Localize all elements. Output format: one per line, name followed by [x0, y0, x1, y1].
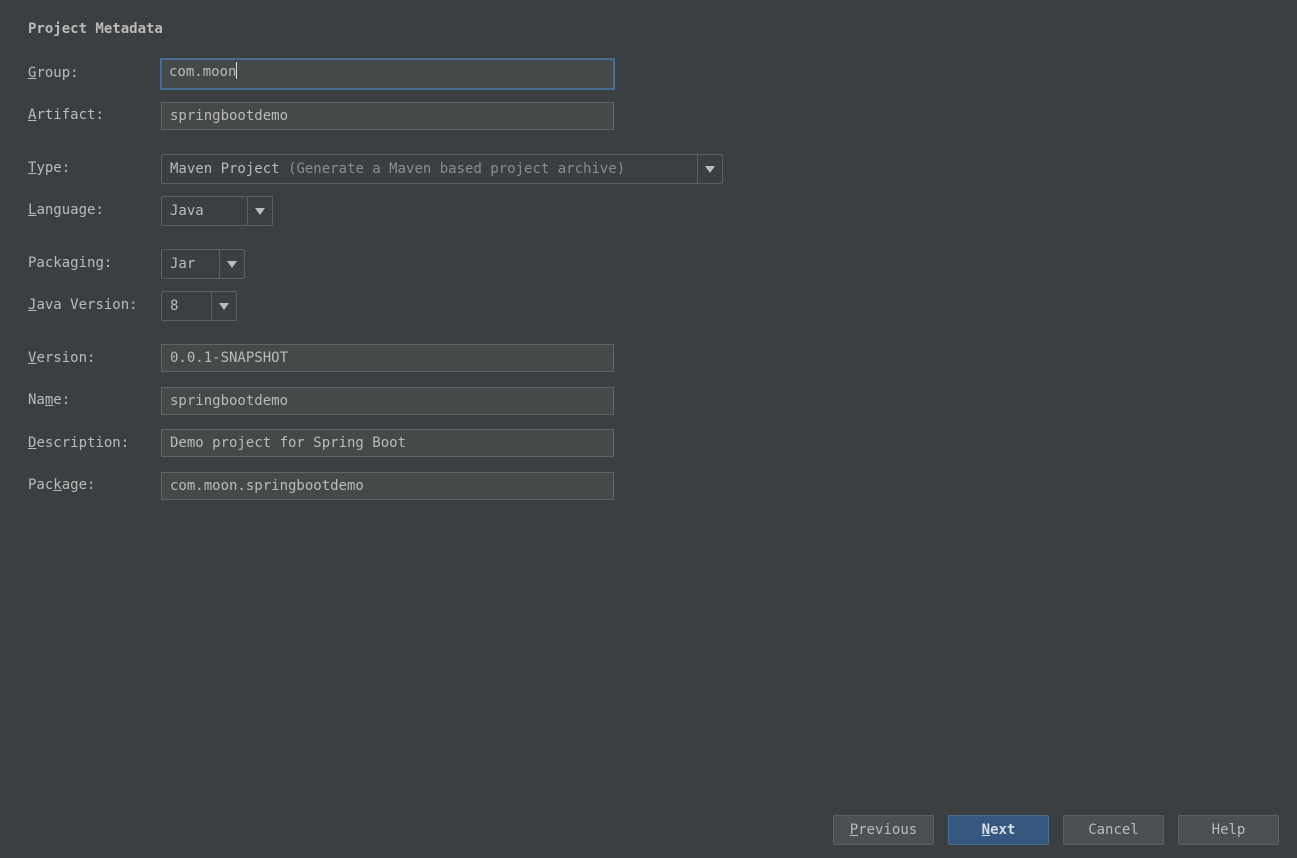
- language-value: Java: [170, 203, 204, 219]
- packaging-label-pre: Packa: [28, 255, 71, 271]
- name-label-pre: Na: [28, 392, 45, 408]
- packaging-dropdown-arrow[interactable]: [219, 250, 244, 278]
- type-hint: (Generate a Maven based project archive): [288, 161, 626, 177]
- packaging-label: Packaging:: [28, 255, 112, 271]
- text-caret: [236, 62, 238, 79]
- type-label: Type:: [28, 160, 70, 176]
- name-label-post: e:: [53, 392, 71, 408]
- language-label-post: anguage:: [36, 202, 104, 218]
- java-version-label: Java Version:: [28, 297, 138, 313]
- packaging-label-post: ing:: [78, 255, 113, 271]
- packaging-value: Jar: [170, 256, 196, 272]
- cancel-button[interactable]: Cancel: [1063, 815, 1164, 845]
- packaging-dropdown[interactable]: Jar: [161, 249, 245, 279]
- type-dropdown-arrow[interactable]: [697, 155, 722, 183]
- group-value: com.moon: [169, 64, 237, 80]
- name-input[interactable]: springbootdemo: [161, 387, 614, 415]
- name-label: Name:: [28, 392, 70, 408]
- version-input[interactable]: 0.0.1-SNAPSHOT: [161, 344, 614, 372]
- chevron-down-icon: [255, 207, 265, 215]
- language-label: Language:: [28, 202, 104, 218]
- help-button[interactable]: Help: [1178, 815, 1279, 845]
- type-label-post: ype:: [36, 160, 71, 176]
- group-label: Group:: [28, 65, 79, 81]
- next-label-mnemonic: N: [981, 822, 991, 838]
- java-version-value: 8: [170, 298, 179, 314]
- description-label-post: escription:: [36, 435, 130, 451]
- previous-label-mnemonic: P: [849, 822, 859, 838]
- previous-label-post: revious: [858, 822, 918, 838]
- version-label-post: ersion:: [36, 350, 96, 366]
- version-label: Version:: [28, 350, 95, 366]
- group-input[interactable]: com.moon: [160, 58, 615, 90]
- next-button[interactable]: Next: [948, 815, 1049, 845]
- project-metadata-dialog: Project Metadata Group: com.moon Artifac…: [0, 0, 1297, 858]
- type-value: Maven Project: [170, 161, 280, 177]
- description-label: Description:: [28, 435, 129, 451]
- previous-button[interactable]: Previous: [833, 815, 934, 845]
- language-dropdown[interactable]: Java: [161, 196, 273, 226]
- package-label-pre: Pac: [28, 477, 54, 493]
- chevron-down-icon: [219, 302, 229, 310]
- java-version-dropdown[interactable]: 8: [161, 291, 237, 321]
- chevron-down-icon: [227, 260, 237, 268]
- artifact-label: Artifact:: [28, 107, 104, 123]
- package-label-mnemonic: k: [53, 477, 62, 493]
- group-label-post: roup:: [36, 65, 79, 81]
- description-input[interactable]: Demo project for Spring Boot: [161, 429, 614, 457]
- artifact-input[interactable]: springbootdemo: [161, 102, 614, 130]
- type-dropdown-value: Maven Project (Generate a Maven based pr…: [162, 155, 697, 183]
- next-label-post: ext: [990, 822, 1016, 838]
- java-version-label-post: ava Version:: [36, 297, 138, 313]
- language-dropdown-arrow[interactable]: [247, 197, 272, 225]
- chevron-down-icon: [705, 165, 715, 173]
- section-title: Project Metadata: [28, 21, 163, 37]
- java-version-dropdown-arrow[interactable]: [211, 292, 236, 320]
- package-label: Package:: [28, 477, 95, 493]
- package-input[interactable]: com.moon.springbootdemo: [161, 472, 614, 500]
- package-label-post: age:: [61, 477, 96, 493]
- artifact-label-post: rtifact:: [36, 107, 104, 123]
- packaging-label-mnemonic: g: [70, 255, 79, 271]
- type-dropdown[interactable]: Maven Project (Generate a Maven based pr…: [161, 154, 723, 184]
